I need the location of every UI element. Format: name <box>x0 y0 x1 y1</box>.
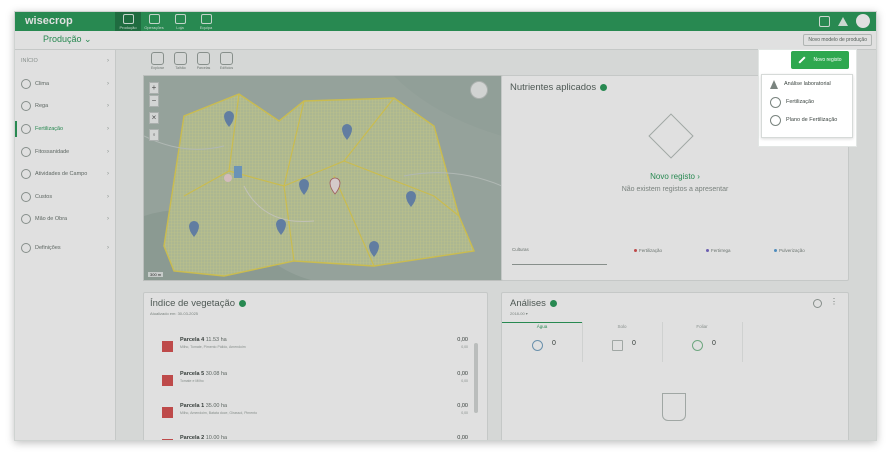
pencil-icon <box>798 56 806 64</box>
new-record-button[interactable]: Novo registo <box>791 51 849 69</box>
new-record-highlight: Novo registo Análise laboratorial Fertil… <box>759 50 856 146</box>
dim-overlay[interactable] <box>15 12 876 440</box>
menu-item-fertilization[interactable]: Fertilização <box>762 93 852 111</box>
app-window: wisecrop Produção Operações Loja Equipa … <box>14 11 877 441</box>
plan-icon <box>770 114 781 126</box>
fertilization-icon <box>770 96 781 108</box>
menu-item-fertilization-plan[interactable]: Plano de Fertilização <box>762 111 852 129</box>
new-record-menu: Análise laboratorial Fertilização Plano … <box>761 74 853 138</box>
flask-icon <box>770 79 778 89</box>
menu-item-lab-analysis[interactable]: Análise laboratorial <box>762 75 852 93</box>
